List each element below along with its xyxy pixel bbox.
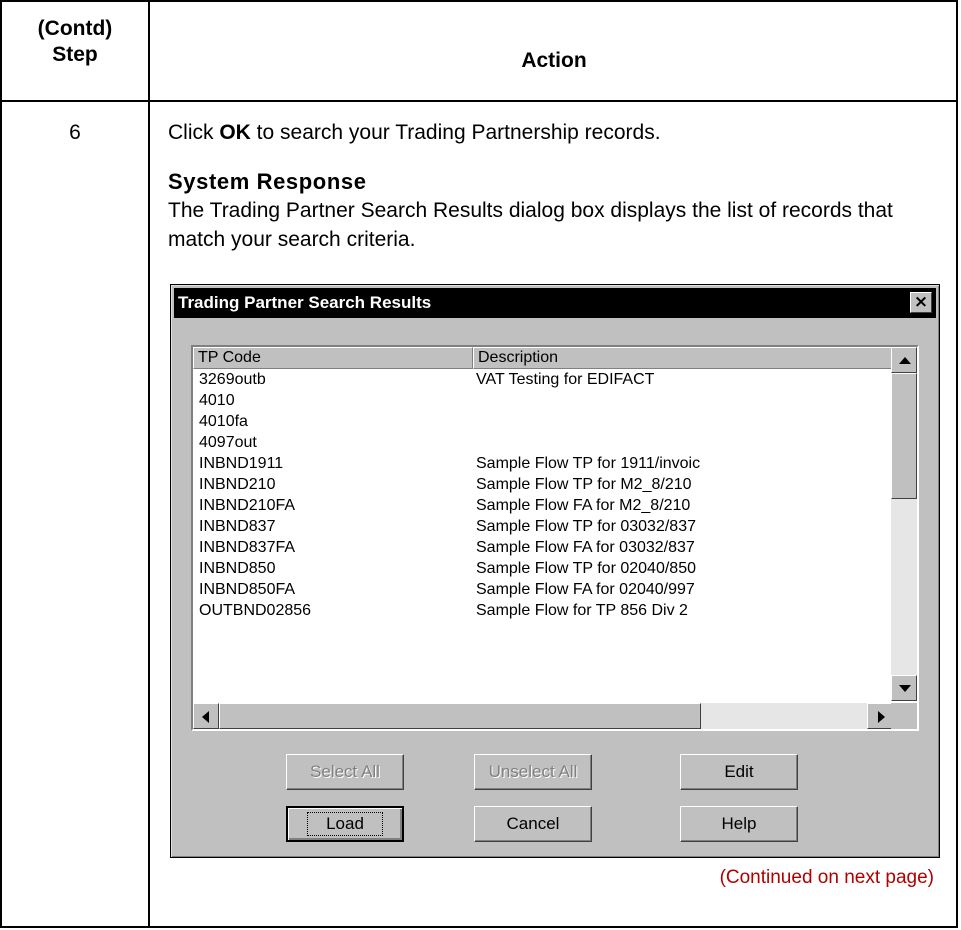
list-item[interactable]: 4010fa: [193, 411, 893, 432]
tp-code-cell: INBND850: [199, 560, 276, 577]
close-icon[interactable]: ×: [910, 292, 932, 313]
scroll-up-button[interactable]: [891, 347, 917, 373]
system-response-heading: System Response: [168, 169, 367, 194]
vertical-scroll-thumb[interactable]: [891, 373, 917, 499]
results-list[interactable]: TP Code Description 3269outb VAT Testing …: [191, 345, 919, 731]
arrow-right-icon: [878, 711, 885, 723]
tp-code-cell: 4097out: [199, 434, 257, 451]
scroll-down-button[interactable]: [891, 675, 917, 701]
tp-code-cell: INBND837FA: [199, 539, 296, 556]
cancel-button[interactable]: Cancel: [474, 806, 592, 842]
dialog-titlebar: Trading Partner Search Results ×: [174, 288, 936, 318]
load-button[interactable]: Load: [286, 806, 404, 842]
list-item[interactable]: INBND837FA Sample Flow FA for 03032/837: [193, 537, 893, 558]
select-all-button[interactable]: Select All: [286, 754, 404, 790]
arrow-up-icon: [899, 357, 911, 364]
tp-code-cell: INBND210FA: [199, 497, 296, 514]
tp-code-cell: 4010: [199, 392, 235, 409]
description-cell: Sample Flow FA for M2_8/210: [476, 497, 691, 514]
description-cell: VAT Testing for EDIFACT: [476, 371, 655, 388]
step-number: 6: [69, 121, 81, 144]
description-cell: Sample Flow for TP 856 Div 2: [476, 602, 688, 619]
list-item[interactable]: 3269outb VAT Testing for EDIFACT: [193, 369, 893, 390]
scrollbar-corner: [891, 703, 917, 729]
list-item[interactable]: INBND837 Sample Flow TP for 03032/837: [193, 516, 893, 537]
tp-code-cell: 3269outb: [199, 371, 266, 388]
search-results-dialog: Trading Partner Search Results × TP Code…: [170, 284, 940, 858]
tp-code-cell: INBND1911: [199, 455, 284, 472]
horizontal-scroll-thumb[interactable]: [219, 703, 701, 729]
load-button-label: Load: [307, 812, 383, 836]
action-column-header: Action: [521, 49, 587, 72]
instruction-ok: OK: [219, 121, 251, 144]
list-item[interactable]: OUTBND02856 Sample Flow for TP 856 Div 2: [193, 600, 893, 621]
unselect-all-button[interactable]: Unselect All: [474, 754, 592, 790]
column-header-description[interactable]: Description: [473, 347, 893, 369]
description-cell: Sample Flow TP for 02040/850: [476, 560, 696, 577]
column-divider: [148, 2, 150, 926]
scroll-right-button[interactable]: [867, 703, 893, 729]
vertical-scrollbar[interactable]: [891, 347, 917, 701]
tp-code-cell: INBND837: [199, 518, 276, 535]
description-cell: Sample Flow TP for M2_8/210: [476, 476, 692, 493]
edit-button[interactable]: Edit: [680, 754, 798, 790]
list-item[interactable]: INBND1911 Sample Flow TP for 1911/invoic: [193, 453, 893, 474]
list-item[interactable]: 4010: [193, 390, 893, 411]
system-response-text: The Trading Partner Search Results dialo…: [168, 199, 893, 251]
instruction-text: Click OK to search your Trading Partners…: [168, 120, 661, 146]
dialog-title: Trading Partner Search Results: [178, 293, 432, 312]
list-item[interactable]: INBND850 Sample Flow TP for 02040/850: [193, 558, 893, 579]
tp-code-cell: INBND210: [199, 476, 276, 493]
description-cell: Sample Flow FA for 02040/997: [476, 581, 695, 598]
header-divider: [2, 100, 956, 102]
list-rows: 3269outb VAT Testing for EDIFACT 4010 4010f…: [193, 369, 893, 621]
scroll-left-button[interactable]: [193, 703, 219, 729]
column-header-tp-code[interactable]: TP Code: [193, 347, 473, 369]
horizontal-scrollbar[interactable]: [193, 703, 893, 729]
instruction-suffix: to search your Trading Partnership recor…: [250, 121, 661, 144]
description-cell: Sample Flow FA for 03032/837: [476, 539, 695, 556]
list-item[interactable]: INBND210 Sample Flow TP for M2_8/210: [193, 474, 893, 495]
description-cell: Sample Flow TP for 1911/invoic: [476, 455, 701, 472]
help-button[interactable]: Help: [680, 806, 798, 842]
tp-code-cell: OUTBND02856: [199, 602, 312, 619]
continued-note: (Continued on next page): [719, 867, 934, 888]
list-item[interactable]: 4097out: [193, 432, 893, 453]
description-cell: Sample Flow TP for 03032/837: [476, 518, 696, 535]
instruction-prefix: Click: [168, 121, 220, 144]
step-header-label: Step: [52, 43, 98, 66]
procedure-table: (Contd) Step Action 6 Click OK to search…: [0, 0, 958, 928]
list-item[interactable]: INBND210FA Sample Flow FA for M2_8/210: [193, 495, 893, 516]
tp-code-cell: 4010fa: [199, 413, 248, 430]
step-header-contd: (Contd): [37, 17, 113, 40]
arrow-left-icon: [202, 711, 209, 723]
list-header: TP Code Description: [193, 347, 893, 369]
list-item[interactable]: INBND850FA Sample Flow FA for 02040/997: [193, 579, 893, 600]
arrow-down-icon: [899, 685, 911, 692]
step-column-header: (Contd) Step: [2, 16, 148, 68]
tp-code-cell: INBND850FA: [199, 581, 296, 598]
